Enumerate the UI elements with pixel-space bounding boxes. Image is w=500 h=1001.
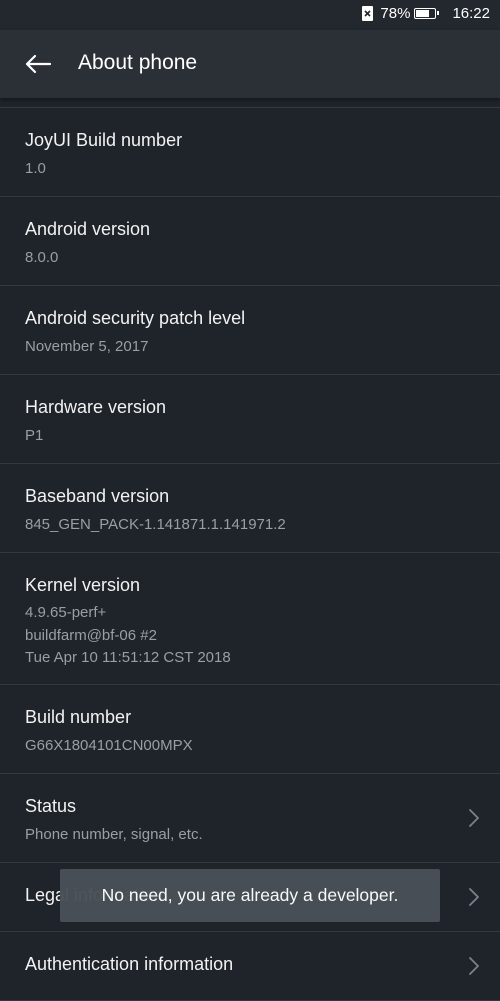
settings-item: Build number G66X1804101CN00MPX	[0, 685, 500, 774]
settings-item: Kernel version 4.9.65-perf+ buildfarm@bf-…	[0, 553, 500, 685]
settings-item-title: Kernel version	[25, 575, 141, 595]
settings-item-subtitle: P1	[25, 427, 44, 444]
settings-item-title: Android security patch level	[25, 308, 246, 328]
settings-item: Hardware version P1	[0, 375, 500, 464]
page-title: About phone	[78, 51, 198, 74]
settings-list: JoyUI Build number 1.0 Android version 8.0.…	[0, 98, 500, 1001]
status-time: 16:22	[452, 5, 490, 22]
settings-item-subtitle: 8.0.0	[25, 249, 59, 266]
toast-message: No need, you are already a developer.	[60, 869, 440, 922]
no-sim-icon	[362, 6, 374, 21]
settings-item-title: Hardware version	[25, 397, 167, 417]
settings-item-subtitle: November 5, 2017	[25, 338, 149, 355]
settings-item-title: Authentication information	[25, 954, 234, 974]
settings-item-subtitle: Phone number, signal, etc.	[25, 826, 203, 843]
settings-item-title: JoyUI Build number	[25, 130, 183, 150]
arrow-left-icon	[25, 54, 52, 74]
top-divider	[0, 98, 500, 108]
status-bar: 78% 16:22	[0, 0, 500, 30]
settings-item[interactable]: Status Phone number, signal, etc.	[0, 774, 500, 863]
app-bar: About phone	[0, 30, 500, 98]
settings-item: Android security patch level November 5, …	[0, 286, 500, 375]
battery-icon	[414, 8, 440, 19]
settings-item[interactable]: Authentication information	[0, 932, 500, 1001]
battery-percent: 78%	[380, 5, 411, 22]
settings-item: Baseband version 845_GEN_PACK-1.141871.1.…	[0, 464, 500, 553]
chevron-right-icon	[469, 888, 479, 906]
back-button[interactable]	[16, 44, 60, 84]
settings-item-title: Android version	[25, 219, 151, 239]
status-icons: 78% 16:22	[362, 5, 490, 22]
settings-item-title: Status	[25, 796, 77, 816]
settings-item: JoyUI Build number 1.0	[0, 108, 500, 197]
settings-item-subtitle: 4.9.65-perf+ buildfarm@bf-06 #2 Tue Apr …	[25, 604, 231, 666]
settings-item-subtitle: 845_GEN_PACK-1.141871.1.141971.2	[25, 516, 286, 533]
battery-level-fill	[416, 10, 430, 17]
settings-item-title: Baseband version	[25, 486, 170, 506]
chevron-right-icon	[469, 957, 479, 975]
battery-tip	[437, 11, 440, 15]
settings-item-title: Build number	[25, 707, 132, 727]
chevron-right-icon	[469, 809, 479, 827]
settings-item-subtitle: 1.0	[25, 160, 46, 177]
settings-item: Android version 8.0.0	[0, 197, 500, 286]
settings-item-subtitle: G66X1804101CN00MPX	[25, 737, 193, 754]
